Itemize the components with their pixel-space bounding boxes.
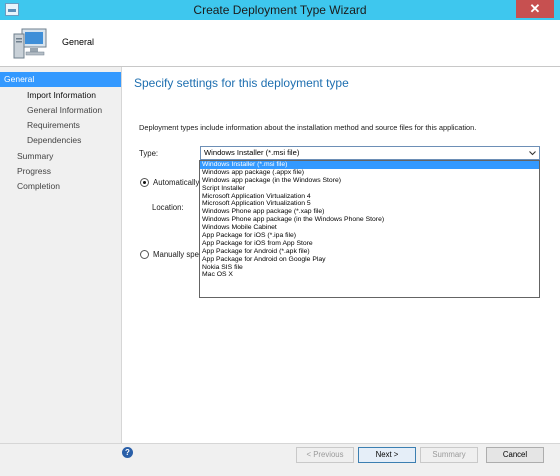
computer-icon: [13, 28, 47, 59]
wizard-window: Create Deployment Type Wizard ✕ General …: [0, 0, 560, 476]
type-dropdown-list[interactable]: Windows Installer (*.msi file) Windows a…: [199, 160, 540, 298]
dropdown-option[interactable]: Microsoft Application Virtualization 4: [200, 193, 539, 201]
nav-step-general[interactable]: General: [0, 72, 121, 87]
radio-automatic[interactable]: [140, 178, 149, 187]
radio-automatic-label: Automatically i: [153, 178, 201, 187]
dropdown-option[interactable]: Nokia SIS file: [200, 264, 539, 272]
wizard-steps-nav: General Import Information General Infor…: [0, 67, 121, 443]
close-button[interactable]: ✕: [516, 0, 554, 18]
header-title: General: [62, 37, 95, 47]
dropdown-option[interactable]: Windows Installer (*.msi file): [200, 161, 539, 169]
page-heading: Specify settings for this deployment typ…: [134, 76, 349, 90]
type-select-value: Windows Installer (*.msi file): [204, 148, 300, 157]
type-select[interactable]: Windows Installer (*.msi file): [200, 146, 540, 160]
title-bar[interactable]: Create Deployment Type Wizard ✕: [0, 0, 560, 20]
next-button[interactable]: Next >: [358, 447, 416, 463]
dropdown-option[interactable]: Windows app package (in the Windows Stor…: [200, 177, 539, 185]
nav-step-summary[interactable]: Summary: [0, 149, 121, 164]
dropdown-option[interactable]: Windows app package (.appx file): [200, 169, 539, 177]
type-label: Type:: [139, 149, 159, 158]
dropdown-option[interactable]: Windows Phone app package (*.xap file): [200, 208, 539, 216]
window-title: Create Deployment Type Wizard: [193, 3, 367, 17]
location-label: Location:: [152, 203, 184, 212]
wizard-header: General: [0, 20, 560, 67]
nav-step-requirements[interactable]: Requirements: [0, 118, 121, 133]
nav-step-progress[interactable]: Progress: [0, 164, 121, 179]
dropdown-option[interactable]: App Package for Android on Google Play: [200, 256, 539, 264]
radio-manual-label: Manually spec: [153, 250, 201, 259]
dropdown-option[interactable]: App Package for Android (*.apk file): [200, 248, 539, 256]
help-icon[interactable]: ?: [122, 447, 133, 458]
page-description: Deployment types include information abo…: [139, 123, 477, 132]
dropdown-option[interactable]: Mac OS X: [200, 271, 539, 279]
nav-step-general-information[interactable]: General Information: [0, 103, 121, 118]
dropdown-option[interactable]: Windows Phone app package (in the Window…: [200, 216, 539, 224]
dropdown-option[interactable]: App Package for iOS from App Store: [200, 240, 539, 248]
dropdown-option[interactable]: Script Installer: [200, 185, 539, 193]
previous-button[interactable]: < Previous: [296, 447, 354, 463]
dropdown-option[interactable]: Windows Mobile Cabinet: [200, 224, 539, 232]
nav-step-import-information[interactable]: Import Information: [0, 88, 121, 103]
radio-selected-dot: [143, 181, 146, 184]
cancel-button[interactable]: Cancel: [486, 447, 544, 463]
summary-button[interactable]: Summary: [420, 447, 478, 463]
chevron-down-icon: [529, 151, 536, 156]
dropdown-option[interactable]: Microsoft Application Virtualization 5: [200, 200, 539, 208]
radio-manual[interactable]: [140, 250, 149, 259]
dropdown-option[interactable]: App Package for iOS (*.ipa file): [200, 232, 539, 240]
nav-step-completion[interactable]: Completion: [0, 179, 121, 194]
nav-step-dependencies[interactable]: Dependencies: [0, 133, 121, 148]
